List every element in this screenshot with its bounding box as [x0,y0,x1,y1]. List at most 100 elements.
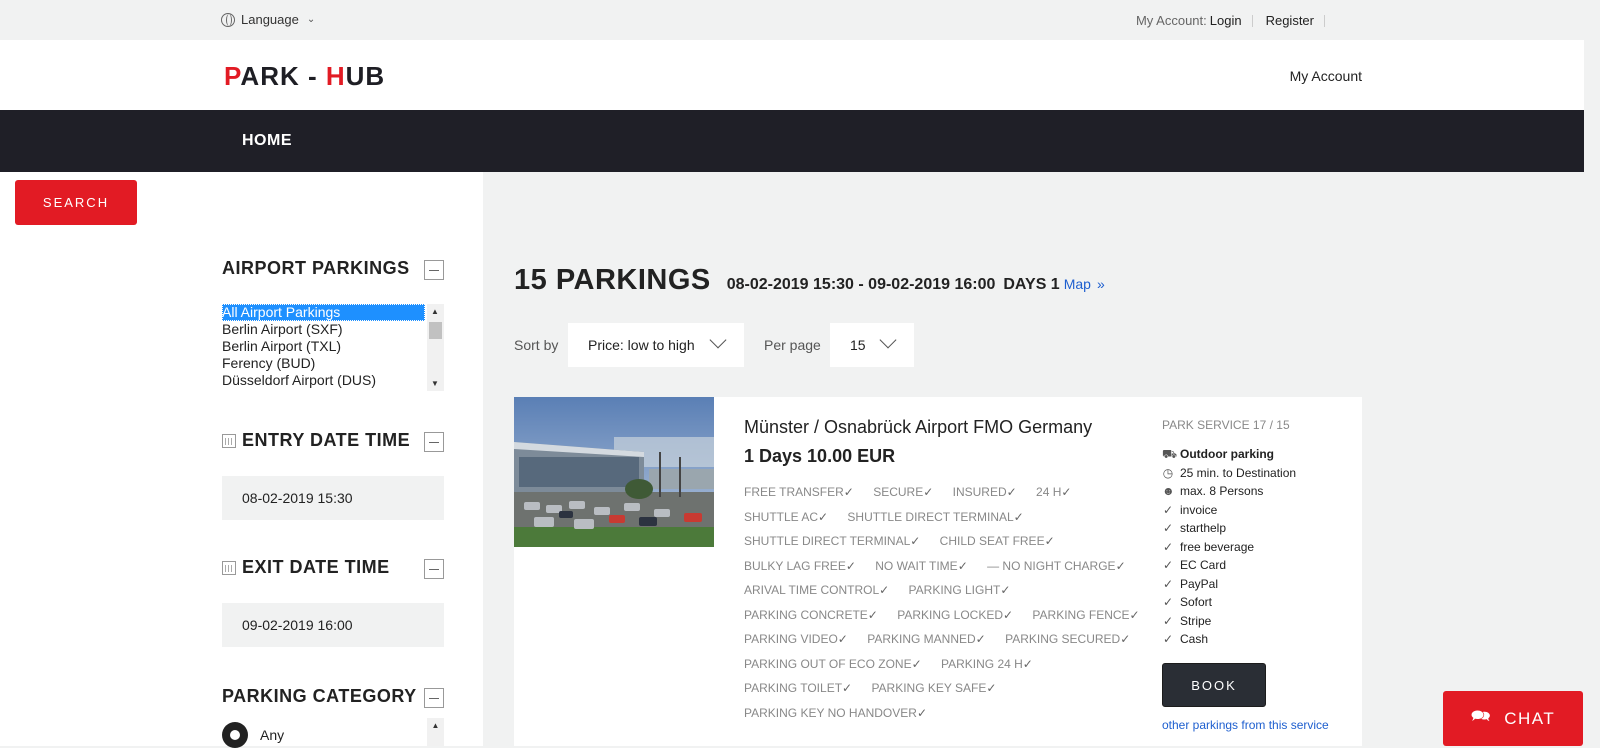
check-icon: ✓ [1162,558,1174,573]
check-icon: ✓ [1162,539,1174,554]
amenity-item: ◷ 25 min. to Destination [1162,465,1297,480]
airport-option[interactable]: Berlin Airport (SXF) [222,321,425,338]
airport-option[interactable]: All Airport Parkings [222,304,425,321]
feature-item: PARKING KEY NO HANDOVER✓ [744,705,927,720]
check-icon: ✓ [843,485,854,499]
logo-letter-h: H [325,61,346,91]
feature-item: PARKING LOCKED✓ [897,607,1014,622]
feature-row: SHUTTLE AC✓ SHUTTLE DIRECT TERMINAL✓ [744,510,1124,535]
calendar-icon [222,434,236,448]
feature-item: CHILD SEAT FREE✓ [939,534,1055,548]
feature-item: SHUTTLE DIRECT TERMINAL✓ [847,509,1024,524]
per-page-select[interactable]: 15 [830,323,914,367]
check-icon: ✓ [1162,632,1174,647]
person-icon: ☻ [1162,484,1175,499]
chevron-down-icon [709,331,727,349]
category-option-label: Any [260,727,285,743]
airport-parkings-title: AIRPORT PARKINGS [222,258,410,278]
amenity-item: ⛟ Outdoor parking [1162,447,1274,462]
listbox-scrollbar[interactable]: ▲ ▼ [427,304,444,391]
language-selector[interactable]: Language ⌄ [221,12,315,27]
scroll-up-icon[interactable]: ▲ [431,307,439,316]
check-icon: ✓ [1162,521,1174,536]
airport-option[interactable]: Düsseldorf Airport (DUS) [222,372,425,389]
feature-item: SECURE✓ [873,485,934,499]
logo-part-ub: UB [345,61,386,91]
check-icon: ✓ [916,705,927,720]
amenity-item: ✓ PayPal [1162,576,1219,591]
feature-list: FREE TRANSFER✓ SECURE✓ INSURED✓ 24 H✓ SH… [744,485,1140,731]
check-icon: ✓ [879,583,890,597]
collapse-exit-button[interactable] [424,559,444,579]
airport-listbox[interactable]: All Airport Parkings Berlin Airport (SXF… [222,304,444,391]
language-label: Language [241,12,299,27]
collapse-category-button[interactable] [424,688,444,708]
feature-row: PARKING TOILET✓ PARKING KEY SAFE✓ [744,681,1124,706]
listing-title[interactable]: Münster / Osnabrück Airport FMO Germany [744,417,1092,438]
check-icon: ✓ [1013,509,1024,524]
amenity-item: ✓ invoice [1162,502,1218,517]
check-icon: ✓ [1162,576,1174,591]
amenity-item: ✓ starthelp [1162,521,1227,536]
chat-button[interactable]: 🗪 CHAT [1443,691,1583,746]
parking-listing-card: Münster / Osnabrück Airport FMO Germany … [514,397,1362,746]
search-button[interactable]: SEARCH [15,180,137,225]
double-chevron-right-icon[interactable]: » [1097,276,1105,292]
airport-option[interactable]: Ferency (BUD) [222,355,425,372]
filter-sidebar: SEARCH AIRPORT PARKINGS All Airport Park… [0,172,483,748]
amenity-item: ✓ Sofort [1162,595,1213,610]
chevron-down-icon [879,331,897,349]
feature-row: ARIVAL TIME CONTROL✓ PARKING LIGHT✓ [744,583,1124,608]
feature-item: BULKY LAG FREE✓ [744,558,856,573]
map-link[interactable]: Map [1064,276,1091,292]
parking-category-title: PARKING CATEGORY [222,686,417,706]
nav-item-home[interactable]: HOME [242,132,292,150]
check-icon: ✓ [986,681,997,695]
feature-item: INSURED✓ [952,485,1017,499]
park-service-label: PARK SERVICE 17 / 15 [1162,418,1290,432]
collapse-airport-button[interactable] [424,260,444,280]
logo-part-ark: ARK - [240,61,326,91]
scroll-up-icon[interactable]: ▲ [427,718,444,746]
per-page-value: 15 [850,337,866,353]
sort-select[interactable]: Price: low to high [568,323,744,367]
parking-photo[interactable] [514,397,714,547]
feature-item: 24 H✓ [1036,485,1072,499]
book-button[interactable]: BOOK [1162,663,1266,707]
register-link[interactable]: Register [1266,13,1314,28]
divider [1251,14,1253,27]
sort-label: Sort by [514,337,559,353]
chevron-down-icon: ⌄ [306,14,316,25]
results-count: 15 PARKINGS [514,264,711,296]
listing-price: 1 Days 10.00 EUR [744,446,896,466]
check-icon: ✓ [1129,607,1140,622]
check-icon: ✓ [1022,656,1033,671]
feature-row: FREE TRANSFER✓ SECURE✓ INSURED✓ 24 H✓ [744,485,1124,510]
category-option-any[interactable]: Any [222,722,284,748]
check-icon: ✓ [1044,534,1055,548]
entry-date-input[interactable]: 08-02-2019 15:30 [222,476,444,520]
site-logo[interactable]: PARK - HUB [224,61,385,92]
results-dates: 08-02-2019 15:30 - 09-02-2019 16:00 [726,276,996,293]
check-icon: ✓ [837,632,848,646]
scroll-down-icon[interactable]: ▼ [431,379,439,388]
collapse-entry-button[interactable] [424,432,444,452]
scroll-thumb[interactable] [429,322,442,339]
feature-item: FREE TRANSFER✓ [744,485,854,499]
exit-date-input[interactable]: 09-02-2019 16:00 [222,603,444,647]
radio-icon[interactable] [222,722,248,748]
check-icon: ✓ [1162,502,1174,517]
feature-item: SHUTTLE AC✓ [744,509,829,524]
car-icon: ⛟ [1162,447,1178,462]
check-icon: ✓ [1006,485,1017,499]
check-icon: ✓ [1162,595,1174,610]
airport-option[interactable]: Berlin Airport (TXL) [222,338,425,355]
login-link[interactable]: Login [1210,13,1242,28]
calendar-icon [222,561,236,575]
my-account-link[interactable]: My Account [1290,68,1362,84]
other-parkings-link[interactable]: other parkings from this service [1162,718,1329,732]
check-icon: ✓ [910,534,921,548]
account-links: My Account: Login Register [1136,13,1335,28]
check-icon: ✓ [818,509,829,524]
feature-row: PARKING KEY NO HANDOVER✓ [744,706,1124,731]
